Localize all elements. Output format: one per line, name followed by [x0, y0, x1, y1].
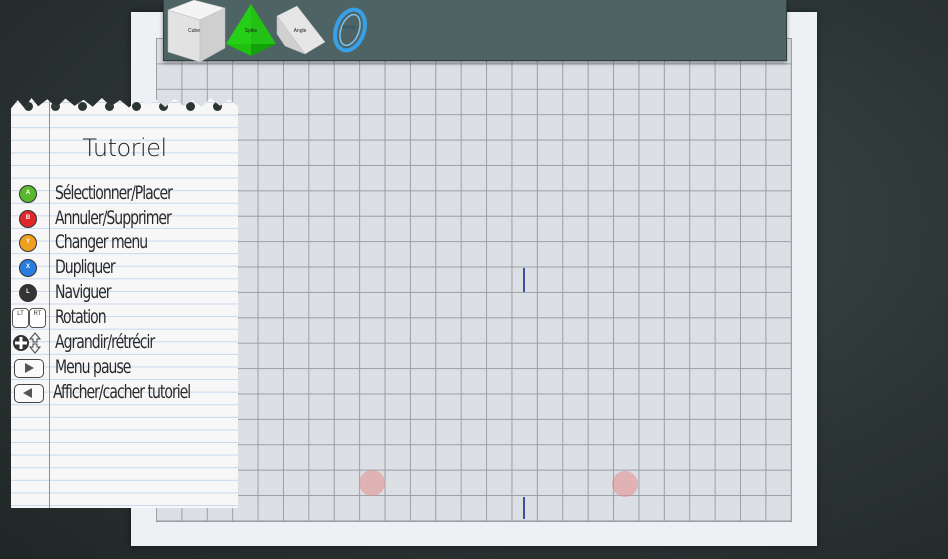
tutorial-label: Dupliquer [55, 256, 116, 278]
paper-hole [24, 102, 33, 111]
tutorial-label: Changer menu [55, 231, 148, 253]
tutorial-label: Rotation [55, 306, 107, 328]
tutorial-title: Tutoriel [82, 134, 167, 162]
y-button-icon: Y [19, 234, 37, 252]
b-button-icon: B [19, 210, 37, 228]
tutorial-row-select: A Sélectionner/Placer [11, 182, 238, 206]
angle-tool[interactable]: Angle [275, 0, 327, 60]
tutorial-label: Agrandir/rétrécir [55, 331, 155, 353]
portal-tool[interactable]: Portal [329, 0, 369, 60]
angle-label: Angle [293, 28, 307, 34]
a-button-icon: A [19, 185, 37, 203]
x-button-icon: X [19, 259, 37, 277]
paper-hole [78, 102, 87, 111]
level-grid[interactable] [156, 38, 792, 522]
tutorial-row-navigate: L Naviguer [11, 281, 238, 305]
marker-bottom[interactable] [523, 497, 525, 519]
marker-top[interactable] [523, 268, 525, 292]
tutorial-row-change-menu: Y Changer menu [11, 231, 238, 255]
tutorial-label: Annuler/Supprimer [55, 207, 172, 229]
start-button-icon [14, 359, 44, 378]
tutorial-label: Menu pause [55, 356, 131, 378]
tutorial-panel: Tutoriel A Sélectionner/Placer B Annuler… [11, 98, 238, 508]
spawn-point-right[interactable] [612, 471, 638, 497]
left-stick-icon: L [19, 284, 37, 302]
portal-label: Portal [342, 25, 356, 31]
spike-tool[interactable]: Spike [226, 0, 276, 60]
tutorial-row-rotation: LT RT Rotation [11, 306, 238, 330]
paper-hole [105, 102, 114, 111]
spawn-point-left[interactable] [359, 470, 385, 496]
tutorial-label: Sélectionner/Placer [55, 182, 173, 204]
rt-trigger-icon: RT [29, 308, 46, 328]
spike-label: Spike [244, 28, 258, 34]
dpad-icon [13, 332, 42, 354]
cube-tool[interactable]: Cube [164, 0, 226, 62]
tutorial-label: Afficher/cacher tutoriel [53, 381, 191, 403]
object-toolbar: Cube Spike Angle Portal [163, 0, 787, 62]
back-button-icon [14, 384, 44, 403]
tutorial-row-duplicate: X Dupliquer [11, 256, 238, 280]
tutorial-label: Naviguer [55, 281, 112, 303]
tutorial-row-pause-menu: Menu pause [11, 356, 238, 380]
lt-trigger-icon: LT [12, 308, 29, 328]
tutorial-row-cancel: B Annuler/Supprimer [11, 207, 238, 231]
cube-label: Cube [188, 28, 200, 34]
paper-hole [51, 102, 60, 111]
tutorial-row-resize: Agrandir/rétrécir [11, 331, 238, 355]
tutorial-row-toggle-tutorial: Afficher/cacher tutoriel [11, 381, 238, 405]
